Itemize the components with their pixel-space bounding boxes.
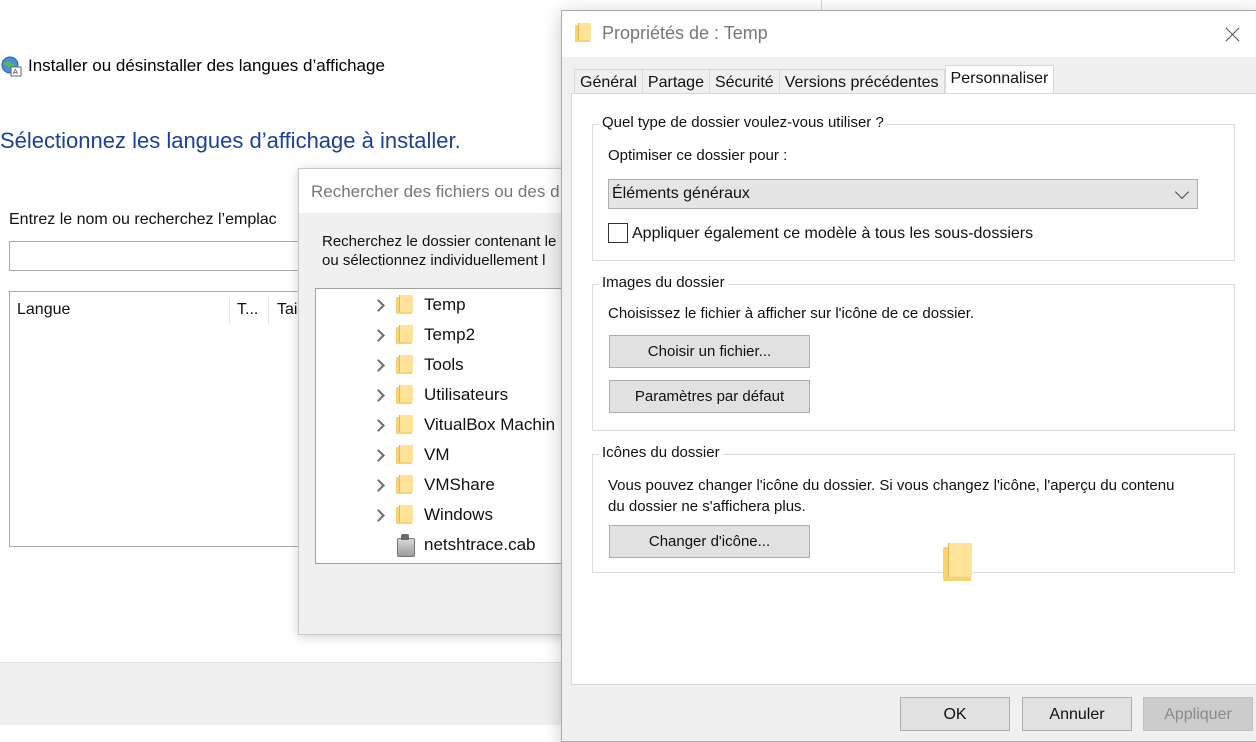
choose-file-button[interactable]: Choisir un fichier... bbox=[609, 335, 810, 368]
tab-security[interactable]: Sécurité bbox=[709, 69, 780, 95]
chevron-right-icon[interactable] bbox=[372, 358, 386, 372]
close-icon[interactable] bbox=[1218, 19, 1248, 49]
tree-item-virtualbox[interactable]: VitualBox Machin bbox=[316, 410, 555, 440]
tree-item-label: VM bbox=[424, 445, 450, 464]
cab-file-icon bbox=[396, 534, 415, 557]
column-header-type[interactable]: T... bbox=[237, 292, 258, 328]
window-header: A Installer ou désinstaller des langues … bbox=[0, 52, 385, 80]
chevron-right-icon[interactable] bbox=[372, 418, 386, 432]
icons-description-line: Vous pouvez changer l'icône du dossier. … bbox=[608, 477, 1175, 494]
chevron-down-icon bbox=[1174, 184, 1190, 200]
apply-subfolders-checkbox[interactable] bbox=[608, 223, 628, 243]
tree-item-temp[interactable]: Temp bbox=[316, 290, 466, 320]
tree-item-label: VMShare bbox=[424, 475, 495, 494]
icons-description-line: du dossier ne s'affichera plus. bbox=[608, 498, 806, 515]
folder-icon bbox=[575, 23, 591, 43]
optimize-select[interactable]: Éléments généraux bbox=[608, 179, 1198, 209]
chevron-right-icon[interactable] bbox=[372, 478, 386, 492]
folder-tree[interactable]: Temp Temp2 Tools Utilisateurs VitualBox … bbox=[315, 288, 599, 564]
language-list[interactable]: Langue T... Tail bbox=[9, 291, 329, 547]
tree-item-temp2[interactable]: Temp2 bbox=[316, 320, 475, 350]
browse-folder-dialog: Rechercher des fichiers ou des d Recherc… bbox=[298, 168, 600, 635]
search-prompt: Entrez le nom ou recherchez l’emplac bbox=[9, 211, 277, 228]
folder-pictures-group: Images du dossier Choisissez le fichier … bbox=[592, 274, 1235, 431]
folder-icon bbox=[396, 355, 413, 375]
column-divider[interactable] bbox=[268, 298, 269, 324]
tree-item-vmshare[interactable]: VMShare bbox=[316, 470, 495, 500]
tree-item-label: Utilisateurs bbox=[424, 385, 509, 404]
chevron-right-icon[interactable] bbox=[372, 388, 386, 402]
tree-item-vm[interactable]: VM bbox=[316, 440, 450, 470]
chevron-right-icon[interactable] bbox=[372, 298, 386, 312]
instruction-line: ou sélectionnez individuellement l bbox=[322, 252, 546, 269]
restore-default-button[interactable]: Paramètres par défaut bbox=[609, 380, 810, 413]
tree-item-label: netshtrace.cab bbox=[424, 535, 536, 554]
dialog-title: Propriétés de : Temp bbox=[602, 23, 768, 43]
tab-customize[interactable]: Personnaliser bbox=[944, 65, 1055, 95]
column-divider[interactable] bbox=[229, 298, 230, 324]
language-search-input[interactable] bbox=[9, 241, 329, 271]
group-legend: Quel type de dossier voulez-vous utilise… bbox=[599, 114, 887, 131]
folder-icon bbox=[396, 385, 413, 405]
apply-subfolders-label[interactable]: Appliquer également ce modèle à tous les… bbox=[632, 225, 1033, 243]
pictures-description: Choisissez le fichier à afficher sur l'i… bbox=[608, 305, 975, 322]
chevron-right-icon[interactable] bbox=[372, 448, 386, 462]
optimize-select-value: Éléments généraux bbox=[612, 185, 750, 202]
instruction-line: Recherchez le dossier contenant le bbox=[322, 233, 557, 250]
tree-item-label: Windows bbox=[424, 505, 493, 524]
page-heading: Sélectionnez les langues d’affichage à i… bbox=[0, 128, 461, 153]
chevron-right-icon[interactable] bbox=[372, 328, 386, 342]
column-header-language[interactable]: Langue bbox=[17, 292, 70, 328]
window-title: Installer ou désinstaller des langues d’… bbox=[28, 56, 385, 75]
tree-item-windows[interactable]: Windows bbox=[316, 500, 493, 530]
chevron-right-icon[interactable] bbox=[372, 508, 386, 522]
tree-item-label: Temp bbox=[424, 295, 466, 314]
ok-button[interactable]: OK bbox=[900, 697, 1010, 731]
folder-icon bbox=[396, 475, 413, 495]
folder-icon bbox=[396, 505, 413, 525]
folder-icon bbox=[396, 445, 413, 465]
folder-type-group: Quel type de dossier voulez-vous utilise… bbox=[592, 114, 1235, 261]
folder-properties-dialog: Propriétés de : Temp Général Partage Séc… bbox=[561, 10, 1256, 742]
group-legend: Icônes du dossier bbox=[599, 444, 723, 461]
customize-tab-page: Quel type de dossier voulez-vous utilise… bbox=[571, 93, 1256, 685]
folder-icons-group: Icônes du dossier Vous pouvez changer l'… bbox=[592, 444, 1235, 581]
tab-previous-versions[interactable]: Versions précédentes bbox=[779, 69, 945, 95]
dialog-instructions: Recherchez le dossier contenant le ou sé… bbox=[322, 232, 556, 270]
tree-item-netshtrace[interactable]: netshtrace.cab bbox=[316, 530, 536, 560]
tree-item-label: VitualBox Machin bbox=[424, 415, 556, 434]
tab-general[interactable]: Général bbox=[574, 69, 643, 95]
tab-sharing[interactable]: Partage bbox=[642, 69, 710, 95]
group-legend: Images du dossier bbox=[599, 274, 728, 291]
tree-item-label: Tools bbox=[424, 355, 464, 374]
apply-button[interactable]: Appliquer bbox=[1143, 697, 1253, 731]
dialog-title: Rechercher des fichiers ou des d bbox=[311, 182, 560, 201]
folder-icon bbox=[396, 295, 413, 315]
folder-icon bbox=[396, 415, 413, 435]
svg-text:A: A bbox=[13, 68, 18, 76]
optimize-label: Optimiser ce dossier pour : bbox=[608, 147, 788, 164]
folder-preview-icon bbox=[943, 543, 972, 583]
tree-item-tools[interactable]: Tools bbox=[316, 350, 464, 380]
cancel-button[interactable]: Annuler bbox=[1022, 697, 1132, 731]
tab-strip: Général Partage Sécurité Versions précéd… bbox=[574, 65, 1055, 95]
folder-icon bbox=[396, 325, 413, 345]
tree-item-label: Temp2 bbox=[424, 325, 476, 344]
change-icon-button[interactable]: Changer d'icône... bbox=[609, 525, 810, 558]
tree-item-utilisateurs[interactable]: Utilisateurs bbox=[316, 380, 508, 410]
icons-description: Vous pouvez changer l'icône du dossier. … bbox=[608, 475, 1174, 517]
globe-language-icon: A bbox=[0, 55, 22, 77]
